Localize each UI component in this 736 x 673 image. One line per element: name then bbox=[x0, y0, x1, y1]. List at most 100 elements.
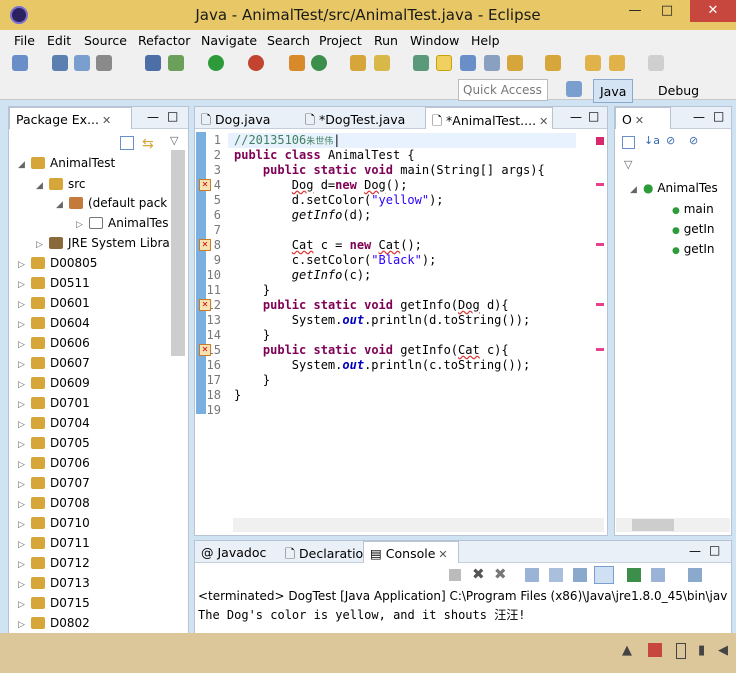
expand-arrow-icon[interactable]: ◢ bbox=[18, 160, 28, 170]
collapse-arrow-icon[interactable]: ▷ bbox=[18, 580, 28, 590]
tree-project-row[interactable]: ▷ D0712 bbox=[18, 556, 90, 570]
error-marker-icon[interactable]: ✕ bbox=[199, 179, 211, 191]
view-menu-icon[interactable]: ▽ bbox=[624, 158, 632, 171]
skip-breakpoints-icon[interactable] bbox=[145, 55, 161, 71]
forward-back-icon[interactable] bbox=[609, 55, 625, 71]
open-perspective-icon[interactable] bbox=[566, 81, 582, 97]
menu-window[interactable]: Window bbox=[410, 33, 459, 48]
outline-member-getinfo-1[interactable]: ● getIn bbox=[672, 222, 715, 236]
overview-error-mark[interactable] bbox=[596, 303, 604, 306]
tree-project-row[interactable]: ▷ D0713 bbox=[18, 576, 90, 590]
collapse-arrow-icon[interactable]: ▷ bbox=[18, 440, 28, 450]
mark-occurrences-icon[interactable] bbox=[413, 55, 429, 71]
java-perspective-button[interactable]: Java bbox=[593, 79, 634, 103]
tab-declaration[interactable]: 🗋 Declaration bbox=[279, 541, 371, 563]
collapse-arrow-icon[interactable]: ▷ bbox=[18, 340, 28, 350]
tree-project-animaltest[interactable]: ◢ AnimalTest bbox=[18, 156, 115, 170]
collapse-arrow-icon[interactable]: ▷ bbox=[18, 320, 28, 330]
tray-battery-icon[interactable] bbox=[676, 643, 686, 659]
tree-project-row[interactable]: ▷ D0704 bbox=[18, 416, 90, 430]
remove-launch-icon[interactable]: ✖ bbox=[472, 565, 485, 583]
debug-icon[interactable] bbox=[168, 55, 184, 71]
collapse-all-icon[interactable] bbox=[120, 136, 134, 150]
collapse-arrow-icon[interactable]: ▷ bbox=[76, 220, 86, 230]
outline-hscrollbar[interactable] bbox=[616, 518, 730, 532]
collapse-arrow-icon[interactable]: ▷ bbox=[18, 620, 28, 630]
close-icon[interactable]: ✕ bbox=[102, 114, 111, 127]
minimize-view-icon[interactable]: — bbox=[147, 110, 159, 124]
close-icon[interactable]: ✕ bbox=[539, 115, 548, 128]
menu-run[interactable]: Run bbox=[374, 33, 398, 48]
outline-scrollbar-thumb[interactable] bbox=[632, 519, 674, 531]
collapse-arrow-icon[interactable]: ▷ bbox=[18, 520, 28, 530]
expand-arrow-icon[interactable]: ◢ bbox=[56, 200, 66, 210]
collapse-arrow-icon[interactable]: ▷ bbox=[18, 380, 28, 390]
maximize-view-icon[interactable]: □ bbox=[167, 109, 178, 123]
tree-project-row[interactable]: ▷ D0604 bbox=[18, 316, 90, 330]
close-icon[interactable]: ✕ bbox=[438, 548, 447, 561]
outline-member-getinfo-2[interactable]: ● getIn bbox=[672, 242, 715, 256]
tree-project-row[interactable]: ▷ D0701 bbox=[18, 396, 90, 410]
tree-project-row[interactable]: ▷ D0706 bbox=[18, 456, 90, 470]
collapse-arrow-icon[interactable]: ▷ bbox=[18, 540, 28, 550]
save-all-icon[interactable] bbox=[74, 55, 90, 71]
tree-project-row[interactable]: ▷ D0609 bbox=[18, 376, 90, 390]
tree-project-row[interactable]: ▷ D0802 bbox=[18, 616, 90, 630]
collapse-arrow-icon[interactable]: ▷ bbox=[18, 460, 28, 470]
collapse-arrow-icon[interactable]: ▷ bbox=[36, 240, 46, 250]
menu-search[interactable]: Search bbox=[267, 33, 310, 48]
tree-project-row[interactable]: ▷ D0711 bbox=[18, 536, 90, 550]
error-marker-icon[interactable]: ✕ bbox=[199, 299, 211, 311]
tray-network-icon[interactable]: ▮ bbox=[698, 643, 705, 658]
tree-project-row[interactable]: ▷ D0607 bbox=[18, 356, 90, 370]
terminate-icon[interactable] bbox=[449, 569, 461, 581]
block-selection-icon[interactable] bbox=[484, 55, 500, 71]
new-java-project-icon[interactable] bbox=[289, 55, 305, 71]
expand-arrow-icon[interactable]: ◢ bbox=[630, 185, 640, 195]
collapse-arrow-icon[interactable]: ▷ bbox=[18, 300, 28, 310]
error-marker-icon[interactable]: ✕ bbox=[199, 239, 211, 251]
open-console-icon[interactable] bbox=[651, 568, 665, 582]
show-console-stdout-icon[interactable] bbox=[573, 568, 587, 582]
tree-project-row[interactable]: ▷ D0708 bbox=[18, 496, 90, 510]
tree-project-row[interactable]: ▷ D0606 bbox=[18, 336, 90, 350]
external-tools-icon[interactable] bbox=[248, 55, 264, 71]
minimize-view-icon[interactable]: — bbox=[689, 544, 701, 558]
collapse-arrow-icon[interactable]: ▷ bbox=[18, 420, 28, 430]
collapse-arrow-icon[interactable]: ▷ bbox=[18, 280, 28, 290]
overview-error-mark[interactable] bbox=[596, 348, 604, 351]
collapse-arrow-icon[interactable]: ▷ bbox=[18, 500, 28, 510]
menu-navigate[interactable]: Navigate bbox=[201, 33, 257, 48]
menu-edit[interactable]: Edit bbox=[47, 33, 71, 48]
menu-source[interactable]: Source bbox=[84, 33, 127, 48]
maximize-view-icon[interactable]: □ bbox=[588, 109, 599, 123]
editor-hscrollbar[interactable] bbox=[233, 518, 604, 532]
print-icon[interactable] bbox=[96, 55, 112, 71]
minimize-view-icon[interactable]: — bbox=[570, 110, 582, 124]
hide-static-icon[interactable]: ⊘ bbox=[689, 134, 698, 147]
error-marker-icon[interactable]: ✕ bbox=[199, 344, 211, 356]
new-icon[interactable] bbox=[12, 55, 28, 71]
tree-project-row[interactable]: ▷ D0710 bbox=[18, 516, 90, 530]
menu-help[interactable]: Help bbox=[471, 33, 500, 48]
new-class-icon[interactable] bbox=[311, 55, 327, 71]
run-icon[interactable] bbox=[208, 55, 224, 71]
maximize-view-icon[interactable]: □ bbox=[709, 543, 720, 557]
expand-arrow-icon[interactable]: ◢ bbox=[36, 181, 46, 191]
collapse-arrow-icon[interactable]: ▷ bbox=[18, 260, 28, 270]
tree-project-row[interactable]: ▷ D0707 bbox=[18, 476, 90, 490]
tab-javadoc[interactable]: @ Javadoc bbox=[195, 541, 279, 563]
collapse-arrow-icon[interactable]: ▷ bbox=[18, 480, 28, 490]
debug-perspective-button[interactable]: Debug bbox=[652, 79, 705, 103]
link-with-editor-icon[interactable]: ⇆ bbox=[142, 136, 154, 152]
new-console-icon[interactable] bbox=[688, 568, 702, 582]
tab-dogtest-java[interactable]: 🗋 *DogTest.java bbox=[299, 107, 425, 129]
tree-project-row[interactable]: ▷ D0715 bbox=[18, 596, 90, 610]
tree-project-row[interactable]: ▷ D0511 bbox=[18, 276, 90, 290]
clear-console-icon[interactable] bbox=[525, 568, 539, 582]
tree-jre[interactable]: ▷ JRE System Libra bbox=[36, 236, 170, 250]
show-whitespace-icon[interactable] bbox=[460, 55, 476, 71]
quick-access-input[interactable]: Quick Access bbox=[458, 79, 548, 101]
tree-default-package[interactable]: ◢ (default pack bbox=[56, 196, 167, 210]
menu-refactor[interactable]: Refactor bbox=[138, 33, 190, 48]
